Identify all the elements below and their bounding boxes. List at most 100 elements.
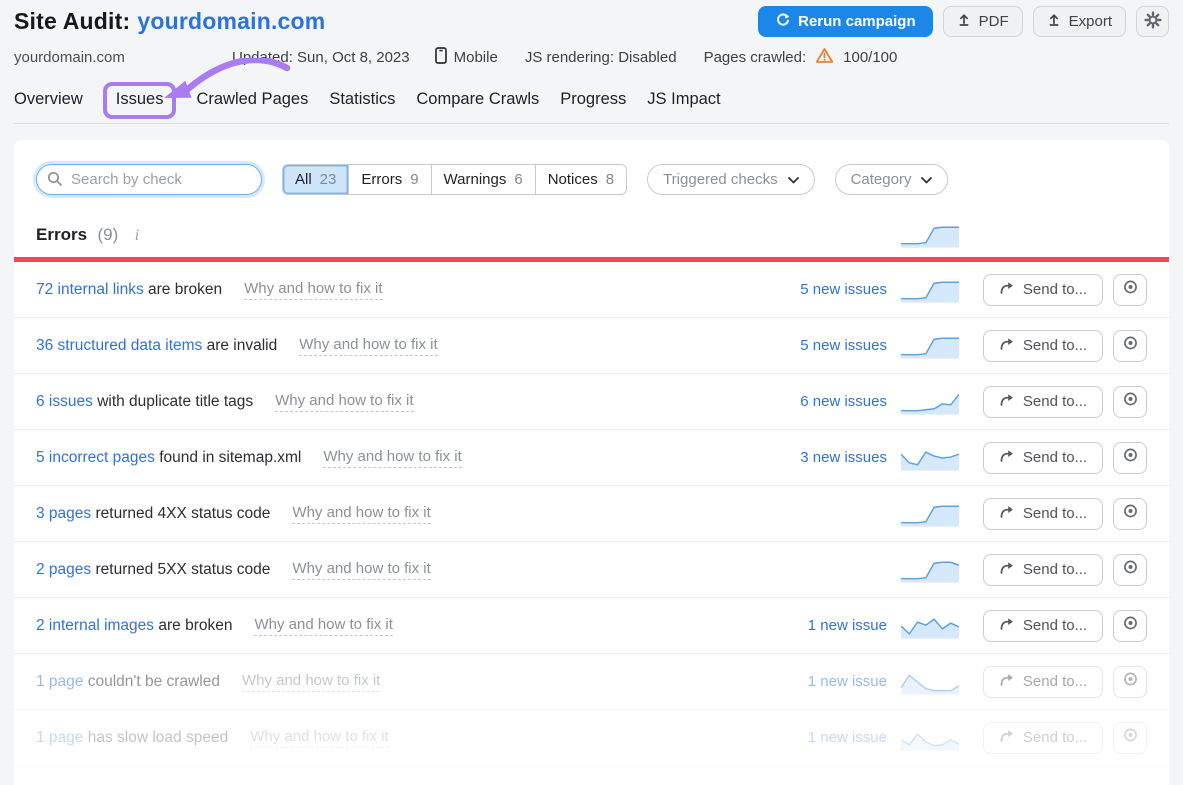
hide-issue-button[interactable] [1113, 554, 1147, 586]
filter-notices-label: Notices [548, 171, 598, 188]
issue-trend-sparkline [901, 613, 959, 639]
send-to-label: Send to... [1023, 561, 1087, 578]
severity-filter: All 23 Errors 9 Warnings 6 Notices 8 [282, 164, 627, 195]
pdf-button[interactable]: PDF [943, 6, 1023, 37]
filter-all[interactable]: All 23 [283, 165, 348, 194]
issue-description: 5 incorrect pages found in sitemap.xml [36, 449, 301, 467]
why-how-to-fix-link[interactable]: Why and how to fix it [250, 728, 388, 748]
triggered-checks-dropdown[interactable]: Triggered checks [647, 164, 815, 195]
send-to-label: Send to... [1023, 281, 1087, 298]
issue-link[interactable]: 1 page [36, 673, 83, 690]
refresh-icon [775, 12, 790, 31]
new-issues-link[interactable]: 1 new issue [808, 673, 887, 690]
issue-link[interactable]: 5 incorrect pages [36, 449, 155, 466]
tab-js-impact[interactable]: JS Impact [647, 90, 720, 109]
new-issues-link[interactable]: 1 new issue [808, 617, 887, 634]
issue-trend-sparkline [901, 445, 959, 471]
send-to-label: Send to... [1023, 617, 1087, 634]
why-how-to-fix-link[interactable]: Why and how to fix it [299, 336, 437, 356]
pdf-label: PDF [979, 13, 1009, 30]
warning-triangle-icon [815, 47, 834, 68]
why-how-to-fix-link[interactable]: Why and how to fix it [254, 616, 392, 636]
send-to-button[interactable]: Send to... [983, 274, 1103, 306]
hide-issue-button[interactable] [1113, 442, 1147, 474]
hide-issue-button[interactable] [1113, 274, 1147, 306]
why-how-to-fix-link[interactable]: Why and how to fix it [242, 672, 380, 692]
info-icon[interactable]: i [135, 227, 139, 244]
tab-compare-crawls[interactable]: Compare Crawls [416, 90, 539, 109]
rerun-campaign-label: Rerun campaign [798, 13, 916, 30]
tab-issues[interactable]: Issues [116, 90, 164, 109]
issue-description-rest: are invalid [207, 337, 278, 354]
hide-issue-button[interactable] [1113, 386, 1147, 418]
send-to-button[interactable]: Send to... [983, 554, 1103, 586]
forward-arrow-icon [999, 617, 1014, 634]
hide-issue-button[interactable] [1113, 610, 1147, 642]
issue-link[interactable]: 2 pages [36, 561, 91, 578]
issue-trend-sparkline [901, 389, 959, 415]
chevron-down-icon [921, 171, 932, 188]
send-to-button[interactable]: Send to... [983, 442, 1103, 474]
send-to-button[interactable]: Send to... [983, 666, 1103, 698]
issue-link[interactable]: 36 structured data items [36, 337, 202, 354]
issue-description: 1 page couldn't be crawled [36, 673, 220, 691]
filter-notices[interactable]: Notices 8 [535, 165, 626, 194]
rerun-campaign-button[interactable]: Rerun campaign [758, 6, 933, 37]
issue-link[interactable]: 6 issues [36, 393, 93, 410]
page-title: Site Audit:yourdomain.com [14, 8, 325, 35]
issue-link[interactable]: 72 internal links [36, 281, 144, 298]
project-domain-link[interactable]: yourdomain.com [137, 8, 325, 34]
why-how-to-fix-link[interactable]: Why and how to fix it [244, 280, 382, 300]
hide-issue-button[interactable] [1113, 330, 1147, 362]
tab-crawled-pages[interactable]: Crawled Pages [196, 90, 308, 109]
issue-trend-sparkline [901, 557, 959, 583]
tab-progress[interactable]: Progress [560, 90, 626, 109]
search-input[interactable] [36, 164, 262, 195]
why-how-to-fix-link[interactable]: Why and how to fix it [323, 448, 461, 468]
tab-statistics[interactable]: Statistics [329, 90, 395, 109]
new-issues-link[interactable]: 3 new issues [800, 449, 887, 466]
forward-arrow-icon [999, 561, 1014, 578]
issue-description-rest: couldn't be crawled [88, 673, 220, 690]
send-to-button[interactable]: Send to... [983, 722, 1103, 754]
hide-issue-button[interactable] [1113, 498, 1147, 530]
new-issues-link[interactable]: 5 new issues [800, 337, 887, 354]
issue-link[interactable]: 3 pages [36, 505, 91, 522]
issue-link[interactable]: 2 internal images [36, 617, 154, 634]
filter-warnings[interactable]: Warnings 6 [431, 165, 535, 194]
export-button[interactable]: Export [1033, 6, 1126, 37]
settings-button[interactable] [1136, 6, 1169, 37]
issue-description-rest: has slow load speed [88, 729, 228, 746]
issue-trend-sparkline [901, 725, 959, 751]
filter-warnings-label: Warnings [444, 171, 507, 188]
category-label: Category [851, 171, 912, 188]
issue-row: 72 internal links are broken Why and how… [14, 262, 1169, 318]
issue-link[interactable]: 1 page [36, 729, 83, 746]
why-how-to-fix-link[interactable]: Why and how to fix it [292, 560, 430, 580]
category-dropdown[interactable]: Category [835, 164, 949, 195]
eye-icon [1122, 727, 1139, 748]
forward-arrow-icon [999, 505, 1014, 522]
updated-date: Updated: Sun, Oct 8, 2023 [232, 49, 410, 66]
issue-row: 2 pages returned 5XX status code Why and… [14, 542, 1169, 598]
send-to-button[interactable]: Send to... [983, 386, 1103, 418]
issues-card: All 23 Errors 9 Warnings 6 Notices 8 Tri… [14, 140, 1169, 785]
new-issues-link[interactable]: 1 new issue [808, 729, 887, 746]
send-to-button[interactable]: Send to... [983, 610, 1103, 642]
why-how-to-fix-link[interactable]: Why and how to fix it [292, 504, 430, 524]
send-to-button[interactable]: Send to... [983, 330, 1103, 362]
tab-bar: Overview Issues Crawled Pages Statistics… [14, 90, 1169, 124]
send-to-label: Send to... [1023, 505, 1087, 522]
hide-issue-button[interactable] [1113, 722, 1147, 754]
filter-errors[interactable]: Errors 9 [348, 165, 430, 194]
send-to-label: Send to... [1023, 393, 1087, 410]
send-to-button[interactable]: Send to... [983, 498, 1103, 530]
new-issues-link[interactable]: 6 new issues [800, 393, 887, 410]
hide-issue-button[interactable] [1113, 666, 1147, 698]
new-issues-link[interactable]: 5 new issues [800, 281, 887, 298]
tab-issues-label: Issues [116, 90, 164, 108]
why-how-to-fix-link[interactable]: Why and how to fix it [275, 392, 413, 412]
issue-row: 5 incorrect pages found in sitemap.xml W… [14, 430, 1169, 486]
gear-icon [1144, 11, 1162, 33]
tab-overview[interactable]: Overview [14, 90, 83, 109]
